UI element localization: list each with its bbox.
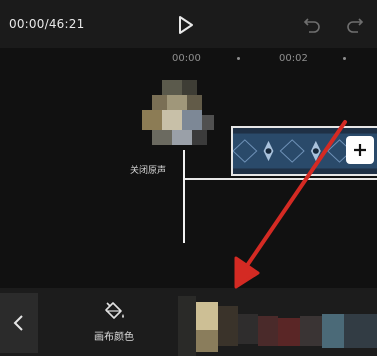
canvas-color-tool[interactable]: 画布颜色	[86, 296, 142, 346]
playhead[interactable]	[183, 150, 185, 243]
playback-time: 00:00/46:21	[9, 17, 85, 31]
paint-bucket-icon	[105, 302, 124, 319]
clip-underline	[185, 178, 377, 180]
redo-icon[interactable]	[346, 16, 364, 34]
add-clip-button[interactable]	[346, 136, 374, 164]
ruler-tick-dot	[343, 57, 346, 60]
undo-icon[interactable]	[303, 16, 321, 34]
canvas-color-label: 画布颜色	[94, 332, 134, 343]
plus-icon	[354, 144, 366, 156]
time-ruler[interactable]: 00:00 00:02	[0, 48, 377, 72]
player-toolbar: 00:00/46:21	[0, 0, 377, 48]
blurred-cover-image[interactable]	[137, 80, 217, 160]
ruler-tick-dot	[237, 57, 240, 60]
chevron-left-icon	[13, 315, 23, 331]
play-icon[interactable]	[174, 14, 196, 36]
ruler-tick-label: 00:00	[172, 53, 201, 64]
blurred-toolbar-items[interactable]	[178, 296, 377, 356]
ruler-tick-label: 00:02	[279, 53, 308, 64]
back-button[interactable]	[0, 293, 38, 353]
mute-original-sound-label[interactable]: 关闭原声	[130, 163, 166, 176]
